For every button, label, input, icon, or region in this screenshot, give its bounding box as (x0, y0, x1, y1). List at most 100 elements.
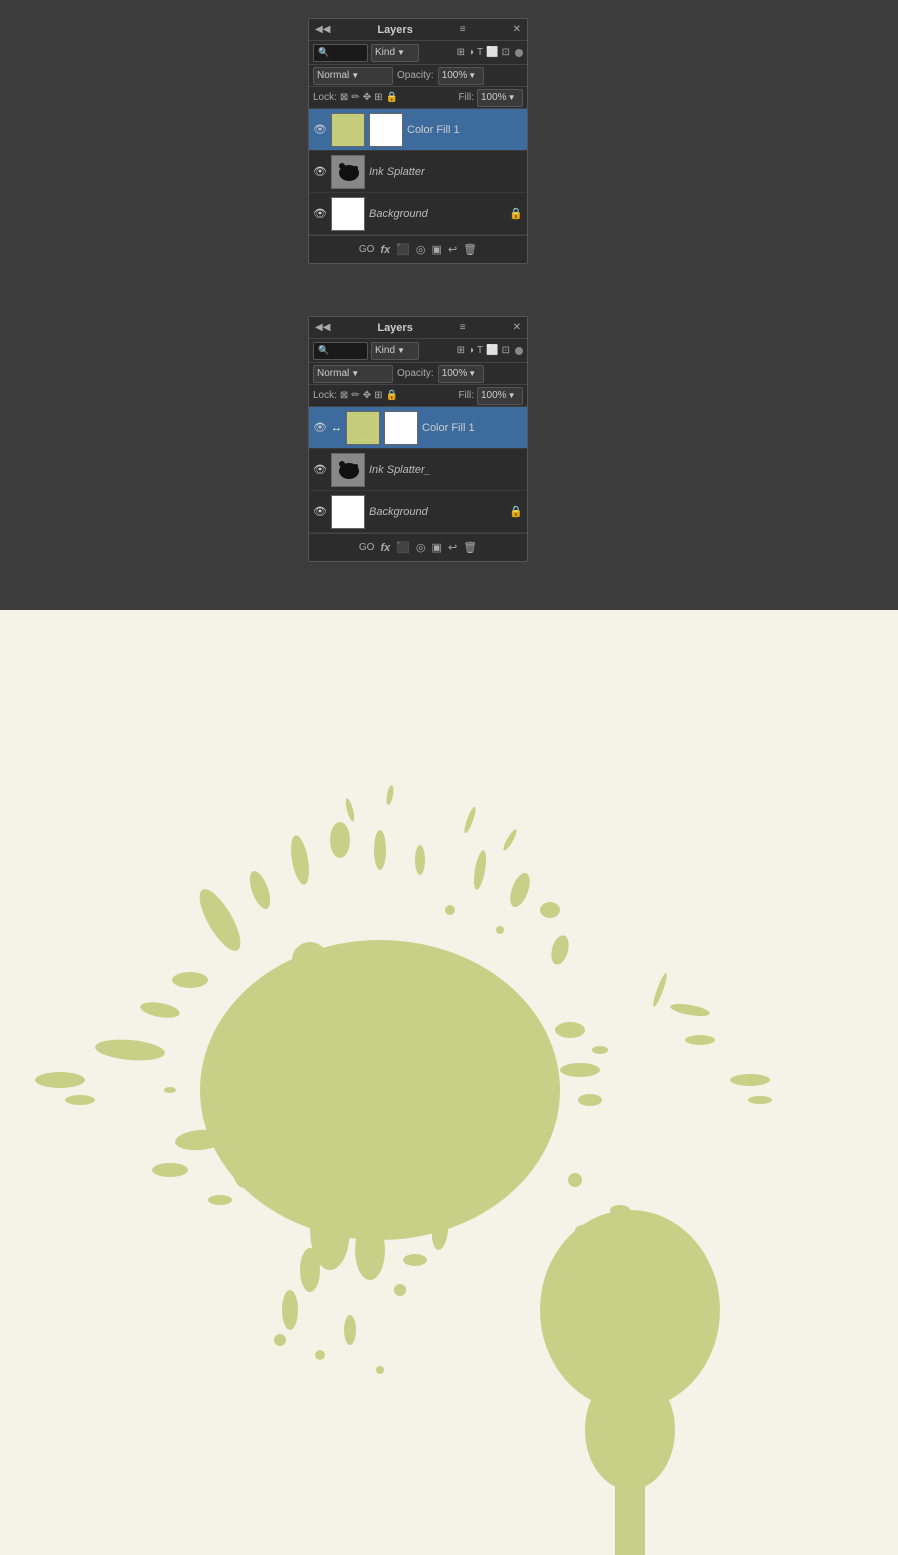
shape-icon-2[interactable]: ⬜ (486, 345, 498, 356)
thumb-2-colorfill: 🖥 (346, 411, 380, 445)
lock-row-2: Lock: ⊠ ✏ ✥ ⊞ 🔒 Fill: 100% ▼ (309, 385, 527, 407)
lock-draw-icon-2[interactable]: ✏ (351, 390, 359, 401)
eye-icon-2-inksplatter[interactable]: 👁 (313, 463, 327, 477)
eye-icon-1-colorfill[interactable]: 👁 (313, 123, 327, 137)
eye-icon-1-background[interactable]: 👁 (313, 207, 327, 221)
thumb-1-inksplatter (331, 155, 365, 189)
kind-chevron-2: ▼ (397, 346, 405, 355)
thumb-1-colorfill: 🖥 (331, 113, 365, 147)
eye-icon-1-inksplatter[interactable]: 👁 (313, 165, 327, 179)
layer-name-1-colorfill: Color Fill 1 (407, 124, 523, 136)
smartobj-icon-2[interactable]: ⊡ (502, 345, 510, 356)
opacity-dropdown-1[interactable]: 100% ▼ (438, 67, 484, 85)
panel-2-toolbar: 🔍 Kind ▼ ⊞ ◑ T ⬜ ⊡ (309, 339, 527, 363)
monitor-icon-1: 🖥 (339, 121, 357, 138)
panel-2-close-icon[interactable]: ✕ (513, 322, 521, 333)
panel-1-toolbar: 🔍 Kind ▼ ⊞ ◑ T ⬜ ⊡ (309, 41, 527, 65)
link-icon-2[interactable]: GO (359, 542, 375, 553)
fill-dropdown-2[interactable]: 100% ▼ (477, 387, 523, 405)
adjust-icon-1[interactable]: ◑ (468, 47, 474, 58)
adjust-icon-2[interactable]: ◑ (468, 345, 474, 356)
lock-label-1: Lock: (313, 92, 337, 103)
lock-check-icon-1[interactable]: ⊠ (340, 92, 348, 103)
layer-item-1-background[interactable]: 👁 Background 🔒 (309, 193, 527, 235)
opacity-dropdown-2[interactable]: 100% ▼ (438, 365, 484, 383)
ink-splatter-artwork (0, 610, 898, 1555)
fill-label-2: Fill: (458, 390, 474, 401)
lock-all-icon-2[interactable]: 🔒 (385, 390, 397, 401)
panel-1-title: Layers (377, 24, 412, 36)
blend-dropdown-2[interactable]: Normal ▼ (313, 365, 393, 383)
panel-2-collapse-icon[interactable]: ◀◀ (315, 322, 330, 333)
layer-item-2-colorfill[interactable]: 👁 ↔ 🖥 Color Fill 1 (309, 407, 527, 449)
text-icon-2[interactable]: T (477, 345, 483, 356)
text-icon-1[interactable]: T (477, 47, 483, 58)
lock-move-icon-2[interactable]: ✥ (363, 390, 371, 401)
layer-name-2-colorfill: Color Fill 1 (422, 422, 523, 434)
group-icon-2[interactable]: ▣ (432, 541, 442, 554)
monitor-icon-2: 🖥 (354, 419, 372, 436)
shape-icon-1[interactable]: ⬜ (486, 47, 498, 58)
mask-icon-1[interactable]: ⬛ (396, 243, 410, 256)
layers-panel-2: ◀◀ Layers ≡ ✕ 🔍 Kind ▼ ⊞ ◑ T ⬜ ⊡ (308, 316, 528, 562)
kind-chevron-1: ▼ (397, 48, 405, 57)
search-icon-2: 🔍 (318, 345, 329, 356)
lock-check-icon-2[interactable]: ⊠ (340, 390, 348, 401)
dot-indicator-2 (515, 347, 523, 355)
layer-item-1-inksplatter[interactable]: 👁 Ink Splatter (309, 151, 527, 193)
lock-row-1: Lock: ⊠ ✏ ✥ ⊞ 🔒 Fill: 100% ▼ (309, 87, 527, 109)
layer-name-2-background: Background (369, 506, 505, 518)
panel-1-collapse-icon[interactable]: ◀◀ (315, 24, 330, 35)
panel-1-titlebar: ◀◀ Layers ≡ ✕ (309, 19, 527, 41)
newlayer-icon-2[interactable]: ↩ (448, 541, 457, 554)
thumb-2-background (331, 495, 365, 529)
toolbar-icons-1: ⊞ ◑ T ⬜ ⊡ (457, 47, 523, 58)
pixel-icon-1[interactable]: ⊞ (457, 47, 465, 58)
fill-label-1: Fill: (458, 92, 474, 103)
lock-icon-2-background: 🔒 (509, 505, 523, 518)
layer-name-1-inksplatter: Ink Splatter (369, 166, 523, 178)
eye-icon-2-colorfill[interactable]: 👁 (313, 421, 327, 435)
pixel-icon-2[interactable]: ⊞ (457, 345, 465, 356)
toolbar-icons-2: ⊞ ◑ T ⬜ ⊡ (457, 345, 523, 356)
layer-name-1-background: Background (369, 208, 505, 220)
fill-dropdown-1[interactable]: 100% ▼ (477, 89, 523, 107)
lock-all-icon-1[interactable]: 🔒 (385, 92, 397, 103)
panel-1-close-icon[interactable]: ✕ (513, 24, 521, 35)
link-icon-1[interactable]: GO (359, 244, 375, 255)
panel-2-titlebar: ◀◀ Layers ≡ ✕ (309, 317, 527, 339)
panel-2-bottom: GO fx ⬛ ◎ ▣ ↩ 🗑 (309, 533, 527, 561)
search-box-2[interactable]: 🔍 (313, 342, 368, 360)
opacity-label-2: Opacity: (397, 368, 434, 379)
search-icon-1: 🔍 (318, 47, 329, 58)
kind-dropdown-1[interactable]: Kind ▼ (371, 44, 419, 62)
lock-move-icon-1[interactable]: ✥ (363, 92, 371, 103)
lock-draw-icon-1[interactable]: ✏ (351, 92, 359, 103)
fx-icon-2[interactable]: fx (380, 542, 390, 554)
panel-2-menu-icon[interactable]: ≡ (460, 322, 466, 333)
kind-dropdown-2[interactable]: Kind ▼ (371, 342, 419, 360)
adjustment-icon-2[interactable]: ◎ (416, 541, 426, 554)
eye-icon-2-background[interactable]: 👁 (313, 505, 327, 519)
lock-artboard-icon-1[interactable]: ⊞ (374, 92, 382, 103)
layer-name-2-inksplatter: Ink Splatter_ (369, 464, 523, 476)
mask-icon-2[interactable]: ⬛ (396, 541, 410, 554)
delete-icon-1[interactable]: 🗑 (463, 243, 477, 256)
canvas-area (0, 610, 898, 1555)
layers-panel-1: ◀◀ Layers ≡ ✕ 🔍 Kind ▼ ⊞ ◑ T ⬜ ⊡ (308, 18, 528, 264)
smartobj-icon-1[interactable]: ⊡ (502, 47, 510, 58)
mask-2-colorfill (384, 411, 418, 445)
lock-artboard-icon-2[interactable]: ⊞ (374, 390, 382, 401)
delete-icon-2[interactable]: 🗑 (463, 541, 477, 554)
adjustment-icon-1[interactable]: ◎ (416, 243, 426, 256)
blend-dropdown-1[interactable]: Normal ▼ (313, 67, 393, 85)
group-icon-1[interactable]: ▣ (432, 243, 442, 256)
layer-item-2-inksplatter[interactable]: 👁 Ink Splatter_ (309, 449, 527, 491)
layer-item-2-background[interactable]: 👁 Background 🔒 (309, 491, 527, 533)
search-box-1[interactable]: 🔍 (313, 44, 368, 62)
layer-item-1-colorfill[interactable]: 👁 🖥 Color Fill 1 (309, 109, 527, 151)
panel-1-menu-icon[interactable]: ≡ (460, 24, 466, 35)
move-arrow-icon: ↔ (331, 422, 342, 434)
fx-icon-1[interactable]: fx (380, 244, 390, 256)
newlayer-icon-1[interactable]: ↩ (448, 243, 457, 256)
